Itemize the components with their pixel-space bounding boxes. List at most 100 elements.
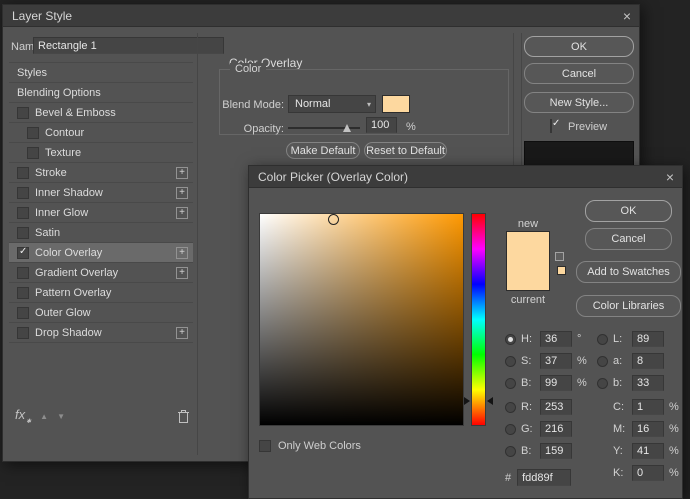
close-icon[interactable]: × <box>666 170 674 184</box>
effect-checkbox[interactable] <box>27 147 39 159</box>
effect-checkbox[interactable] <box>17 287 29 299</box>
preview-label: Preview <box>568 121 607 133</box>
effect-checkbox[interactable] <box>17 227 29 239</box>
h-unit: ° <box>577 333 581 345</box>
web-safe-color-swatch[interactable] <box>557 266 566 275</box>
web-gamut-warning-icon[interactable] <box>555 252 564 261</box>
cancel-button[interactable]: Cancel <box>585 228 672 250</box>
effect-checkbox[interactable] <box>17 187 29 199</box>
cancel-button[interactable]: Cancel <box>524 63 634 84</box>
move-effect-up-icon[interactable]: ▲ <box>40 412 48 421</box>
hue-slider-left-arrow[interactable] <box>464 397 470 405</box>
g-input[interactable] <box>540 421 572 437</box>
h-input[interactable] <box>540 331 572 347</box>
effect-checkbox[interactable] <box>27 127 39 139</box>
style-item-bevel-emboss[interactable]: Bevel & Emboss <box>9 103 193 123</box>
delete-effect-icon[interactable] <box>178 410 189 423</box>
b2-radio[interactable] <box>505 446 516 457</box>
style-item-drop-shadow[interactable]: Drop Shadow + <box>9 323 193 343</box>
b-input[interactable] <box>540 375 572 391</box>
b-radio[interactable] <box>505 378 516 389</box>
style-item-styles[interactable]: Styles <box>9 63 193 83</box>
add-effect-icon[interactable]: + <box>176 267 188 279</box>
add-to-swatches-button[interactable]: Add to Swatches <box>576 261 681 283</box>
effect-checkbox[interactable] <box>17 167 29 179</box>
l-label: L: <box>613 333 627 345</box>
style-item-texture[interactable]: Texture <box>9 143 193 163</box>
style-item-gradient-overlay[interactable]: Gradient Overlay + <box>9 263 193 283</box>
ok-button[interactable]: OK <box>585 200 672 222</box>
style-item-satin[interactable]: Satin <box>9 223 193 243</box>
effect-checkbox[interactable] <box>17 247 29 259</box>
opacity-slider[interactable] <box>288 120 360 136</box>
bb-input[interactable] <box>632 375 664 391</box>
field-row-g: G: <box>505 420 577 438</box>
new-style-button[interactable]: New Style... <box>524 92 634 113</box>
add-effect-icon[interactable]: + <box>176 167 188 179</box>
effect-checkbox[interactable] <box>17 207 29 219</box>
slider-thumb[interactable] <box>343 124 351 132</box>
blend-mode-select[interactable]: Normal ▾ <box>288 95 376 113</box>
layer-name-input[interactable] <box>33 37 224 54</box>
move-effect-down-icon[interactable]: ▼ <box>57 412 65 421</box>
l-input[interactable] <box>632 331 664 347</box>
a-input[interactable] <box>632 353 664 369</box>
add-effect-icon[interactable]: + <box>176 207 188 219</box>
field-row-c: C: % <box>597 398 679 416</box>
r-radio[interactable] <box>505 402 516 413</box>
add-effect-icon[interactable]: + <box>176 187 188 199</box>
fx-icon[interactable]: fx <box>15 407 31 425</box>
y-input[interactable] <box>632 443 664 459</box>
style-item-contour[interactable]: Contour <box>9 123 193 143</box>
m-input[interactable] <box>632 421 664 437</box>
hue-slider-right-arrow[interactable] <box>487 397 493 405</box>
color-group: Color Blend Mode: Normal ▾ Opacity: % <box>219 69 509 135</box>
effect-checkbox[interactable] <box>17 107 29 119</box>
color-field-marker[interactable] <box>328 214 339 225</box>
preview-checkbox[interactable] <box>550 119 552 133</box>
bb-radio[interactable] <box>597 378 608 389</box>
h-radio[interactable] <box>505 334 516 345</box>
style-item-inner-shadow[interactable]: Inner Shadow + <box>9 183 193 203</box>
saturation-brightness-field[interactable] <box>259 213 464 426</box>
only-web-colors-checkbox[interactable] <box>259 440 271 452</box>
style-item-inner-glow[interactable]: Inner Glow + <box>9 203 193 223</box>
effect-checkbox[interactable] <box>17 267 29 279</box>
style-item-outer-glow[interactable]: Outer Glow <box>9 303 193 323</box>
close-icon[interactable]: × <box>623 9 631 23</box>
add-effect-icon[interactable]: + <box>176 327 188 339</box>
add-effect-icon[interactable]: + <box>176 247 188 259</box>
reset-default-button[interactable]: Reset to Default <box>364 142 447 159</box>
l-radio[interactable] <box>597 334 608 345</box>
effect-checkbox[interactable] <box>17 327 29 339</box>
make-default-button[interactable]: Make Default <box>286 142 360 159</box>
opacity-input[interactable] <box>366 117 397 133</box>
a-radio[interactable] <box>597 356 608 367</box>
k-input[interactable] <box>632 465 664 481</box>
ok-button[interactable]: OK <box>524 36 634 57</box>
style-item-label: Gradient Overlay <box>35 267 170 279</box>
style-item-label: Satin <box>35 227 188 239</box>
style-item-stroke[interactable]: Stroke + <box>9 163 193 183</box>
style-item-pattern-overlay[interactable]: Pattern Overlay <box>9 283 193 303</box>
layer-style-title: Layer Style <box>12 9 72 23</box>
hue-slider[interactable] <box>471 213 486 426</box>
style-item-color-overlay[interactable]: Color Overlay + <box>9 243 193 263</box>
styles-list: Styles Blending Options Bevel & Emboss C… <box>9 62 193 343</box>
g-radio[interactable] <box>505 424 516 435</box>
color-libraries-button[interactable]: Color Libraries <box>576 295 681 317</box>
c-input[interactable] <box>632 399 664 415</box>
current-color-swatch[interactable] <box>507 261 549 290</box>
hex-input[interactable] <box>517 469 571 486</box>
layer-style-titlebar[interactable]: Layer Style × <box>3 5 639 27</box>
r-input[interactable] <box>540 399 572 415</box>
s-input[interactable] <box>540 353 572 369</box>
effect-checkbox[interactable] <box>17 307 29 319</box>
k-label: K: <box>613 467 627 479</box>
style-item-blending-options[interactable]: Blending Options <box>9 83 193 103</box>
color-picker-titlebar[interactable]: Color Picker (Overlay Color) × <box>249 166 682 188</box>
color-group-label: Color <box>230 63 266 75</box>
overlay-color-swatch[interactable] <box>382 95 410 113</box>
s-radio[interactable] <box>505 356 516 367</box>
b2-input[interactable] <box>540 443 572 459</box>
